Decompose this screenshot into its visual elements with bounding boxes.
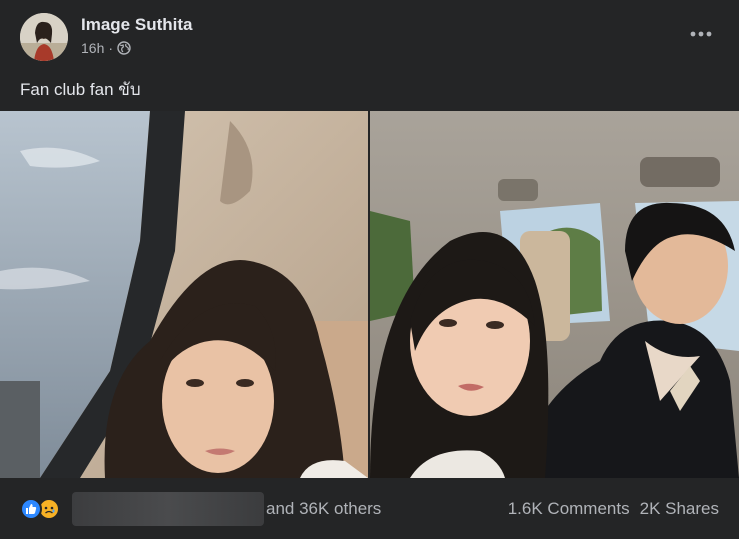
facebook-post: Image Suthita 16h · Fan club fan ขับ and… [0,0,739,539]
blurred-reactor-names [72,491,264,526]
reaction-summary[interactable] [20,497,60,520]
post-meta: 16h · [81,40,131,56]
post-caption: Fan club fan ขับ [20,80,141,99]
selfie-photo-icon [0,111,368,478]
reaction-others-text[interactable]: and 36K others [266,499,381,519]
photo-right[interactable] [370,111,739,478]
shares-count[interactable]: 2K Shares [640,499,719,519]
globe-icon[interactable] [117,41,131,55]
like-icon [20,497,42,520]
comments-count[interactable]: 1.6K Comments [508,499,630,519]
more-options-button[interactable] [683,20,719,48]
photo-grid [0,111,739,478]
author-name[interactable]: Image Suthita [81,15,192,35]
post-stats: 1.6K Comments 2K Shares [508,499,719,519]
post-footer: and 36K others 1.6K Comments 2K Shares [0,478,739,539]
meta-separator: · [108,40,114,56]
post-time[interactable]: 16h [81,40,104,56]
more-options-icon [690,31,712,37]
car-photo-icon [370,111,739,478]
author-avatar[interactable] [20,13,68,61]
photo-left[interactable] [0,111,368,478]
